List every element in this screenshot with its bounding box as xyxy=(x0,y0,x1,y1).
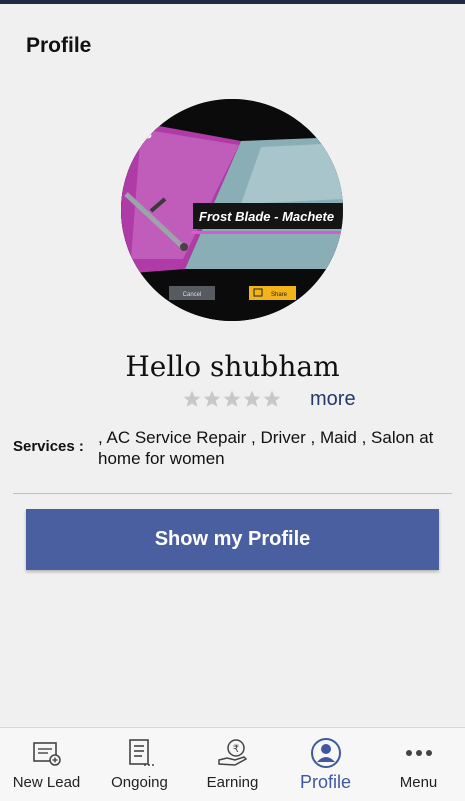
star-empty-icon xyxy=(263,390,281,407)
nav-label-earning: Earning xyxy=(206,774,259,791)
avatar[interactable]: Frost Blade - Machete S Cancel Share xyxy=(121,99,343,321)
nav-item-new-lead[interactable]: New Lead xyxy=(0,728,93,801)
ongoing-list-icon xyxy=(123,736,157,770)
nav-item-profile[interactable]: Profile xyxy=(279,728,372,801)
new-lead-icon xyxy=(30,736,64,770)
star-empty-icon xyxy=(203,390,221,407)
nav-item-ongoing[interactable]: Ongoing xyxy=(93,728,186,801)
more-dots-icon xyxy=(402,736,436,770)
svg-text:S: S xyxy=(141,125,152,142)
nav-item-earning[interactable]: ₹ Earning xyxy=(186,728,279,801)
avatar-share-text: Share xyxy=(271,292,288,298)
star-empty-icon xyxy=(243,390,261,407)
star-empty-icon xyxy=(223,390,241,407)
svg-text:₹: ₹ xyxy=(232,744,238,755)
profile-user-icon xyxy=(309,736,343,770)
nav-item-menu[interactable]: Menu xyxy=(372,728,465,801)
page-title: Profile xyxy=(26,34,92,57)
services-value: , AC Service Repair , Driver , Maid , Sa… xyxy=(98,428,434,468)
nav-label-new-lead: New Lead xyxy=(12,774,81,791)
services-label: Services : xyxy=(13,438,84,455)
nav-label-ongoing: Ongoing xyxy=(111,774,168,791)
rupee-earning-icon: ₹ xyxy=(216,736,250,770)
more-link[interactable]: more xyxy=(310,388,356,411)
nav-label-profile: Profile xyxy=(299,772,352,792)
nav-label-menu: Menu xyxy=(399,774,438,791)
status-bar xyxy=(0,0,465,4)
greeting-text: Hello shubham xyxy=(125,350,340,383)
star-empty-icon xyxy=(183,390,201,407)
avatar-banner-text: Frost Blade - Machete xyxy=(199,209,334,224)
show-my-profile-button[interactable]: Show my Profile xyxy=(26,509,439,570)
avatar-cancel-text: Cancel xyxy=(183,292,202,298)
avatar-image: Frost Blade - Machete S Cancel Share xyxy=(121,99,343,321)
divider xyxy=(13,493,452,494)
bottom-navigation: New Lead Ongoing ₹ Earning Profile Menu xyxy=(0,727,465,801)
rating-stars xyxy=(182,389,282,411)
